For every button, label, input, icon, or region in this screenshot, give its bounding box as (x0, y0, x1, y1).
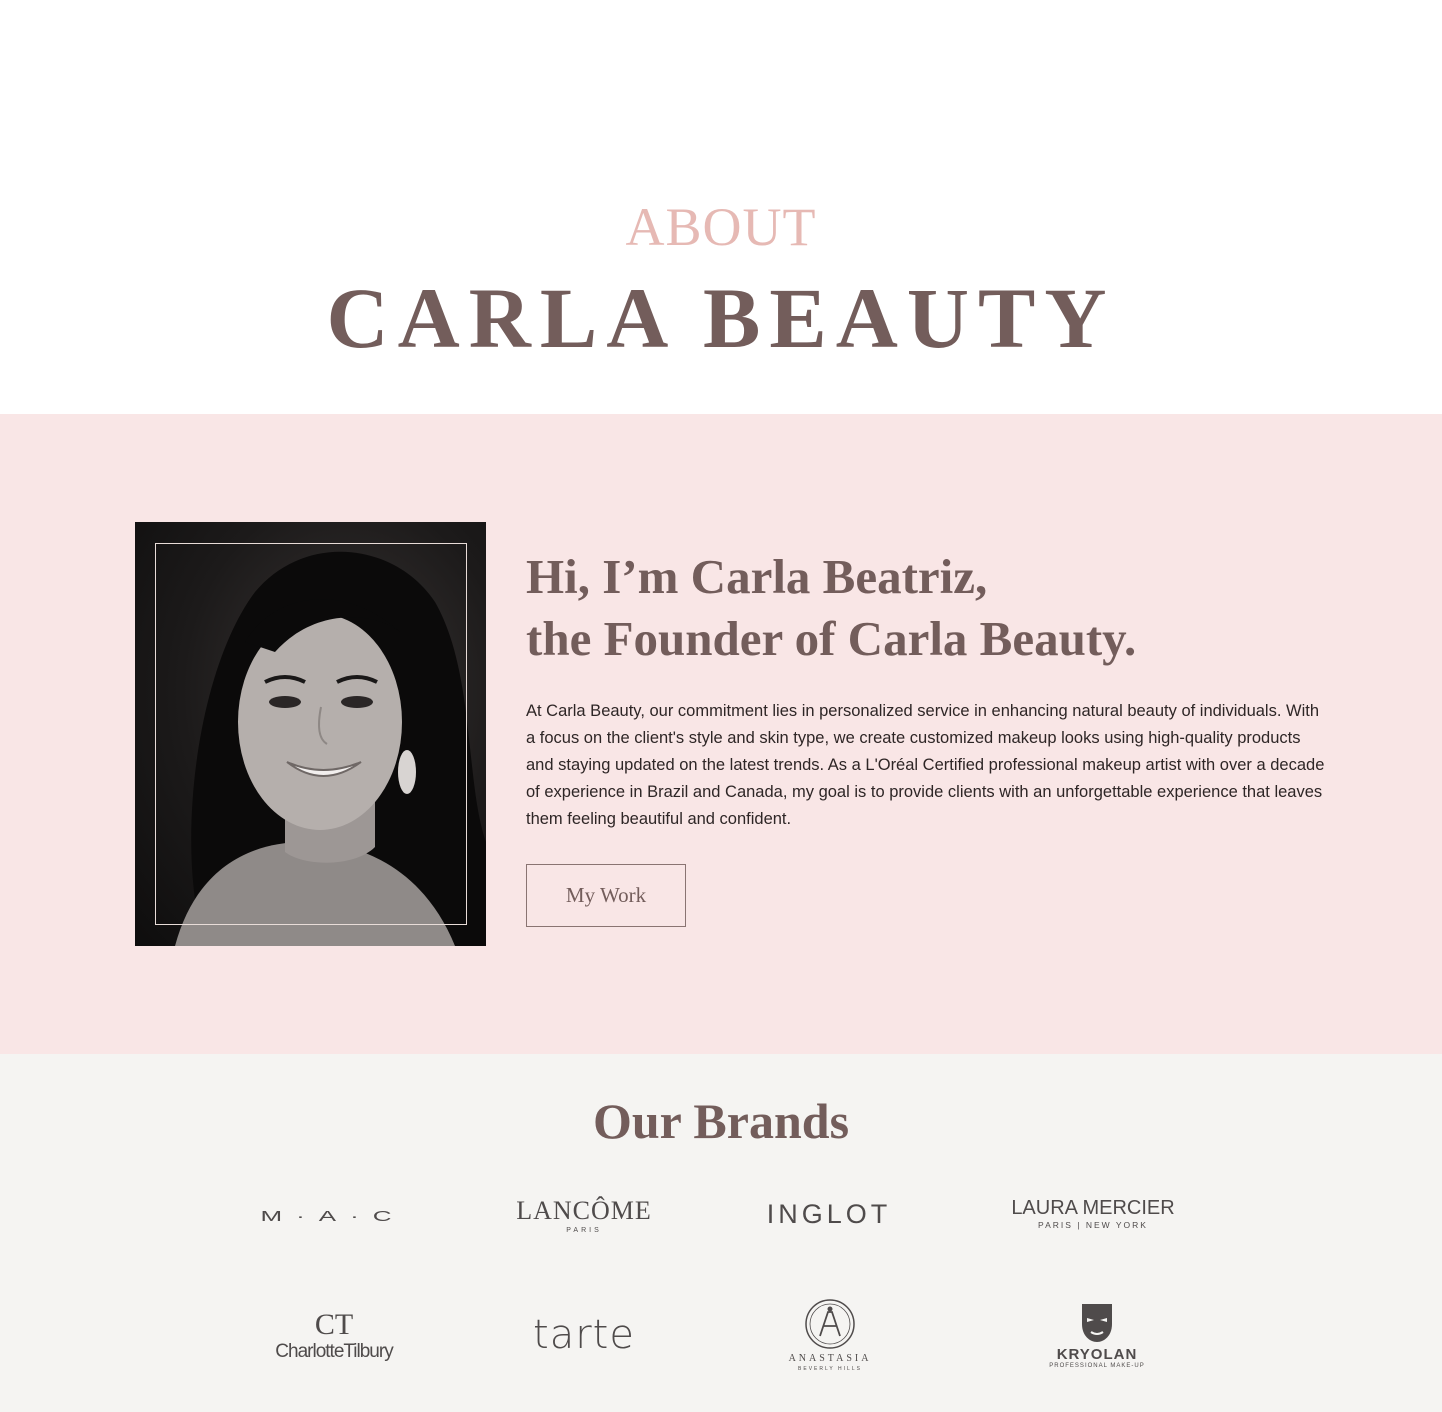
my-work-button[interactable]: My Work (526, 864, 686, 927)
brands-section: Our Brands M·A·C LANCÔME PARIS INGLOT LA… (0, 1054, 1442, 1412)
brands-title: Our Brands (592, 1093, 850, 1149)
brand-subtitle: BEVERLY HILLS (798, 1366, 862, 1372)
brand-name: ANASTASIA (788, 1353, 872, 1364)
brand-logo-inglot: INGLOT (739, 1169, 919, 1259)
brand-name: LAURA MERCIER (1011, 1197, 1175, 1220)
brand-logo-charlotte-tilbury: CT CharlotteTilbury (244, 1290, 424, 1380)
brand-logo-kryolan: KRYOLAN PROFESSIONAL MAKE-UP (1007, 1290, 1187, 1380)
ct-monogram-icon: CT (314, 1307, 354, 1341)
brand-logo-laura-mercier: LAURA MERCIER PARIS | NEW YORK (1003, 1169, 1183, 1259)
brand-name: KRYOLAN (1056, 1345, 1138, 1363)
brand-logo-lancome: LANCÔME PARIS (494, 1171, 674, 1261)
about-section: Hi, I’m Carla Beatriz, the Founder of Ca… (0, 414, 1442, 1054)
about-heading-line-1: Hi, I’m Carla Beatriz, (526, 549, 988, 604)
kryolan-mask-icon (1082, 1303, 1112, 1342)
brand-subtitle: PROFESSIONAL MAKE-UP (1049, 1362, 1145, 1369)
founder-portrait (135, 522, 486, 946)
brand-logo-anastasia: ANASTASIA BEVERLY HILLS (740, 1290, 920, 1380)
section-eyebrow: ABOUT (625, 197, 817, 257)
brand-logo-tarte: tarte (494, 1290, 674, 1380)
about-heading: Hi, I’m Carla Beatriz, the Founder of Ca… (526, 546, 1366, 670)
about-heading-line-2: the Founder of Carla Beauty. (526, 611, 1137, 666)
brand-subtitle: PARIS (566, 1227, 602, 1234)
brand-name: CharlotteTilbury (275, 1340, 393, 1362)
anastasia-crest-icon (805, 1299, 855, 1349)
brand-name: tarte (533, 1312, 635, 1358)
about-description: At Carla Beauty, our commitment lies in … (526, 702, 1325, 828)
brand-logo-mac: M·A·C (243, 1171, 423, 1261)
portrait-frame (155, 543, 467, 925)
brand-subtitle: PARIS | NEW YORK (1038, 1220, 1148, 1231)
page-title: CARLA BEAUTY (326, 270, 1116, 366)
brand-name: LANCÔME (516, 1196, 652, 1225)
hero-section: ABOUT CARLA BEAUTY (0, 0, 1442, 414)
brand-name: INGLOT (766, 1198, 892, 1229)
brand-name: M·A·C (260, 1207, 406, 1225)
